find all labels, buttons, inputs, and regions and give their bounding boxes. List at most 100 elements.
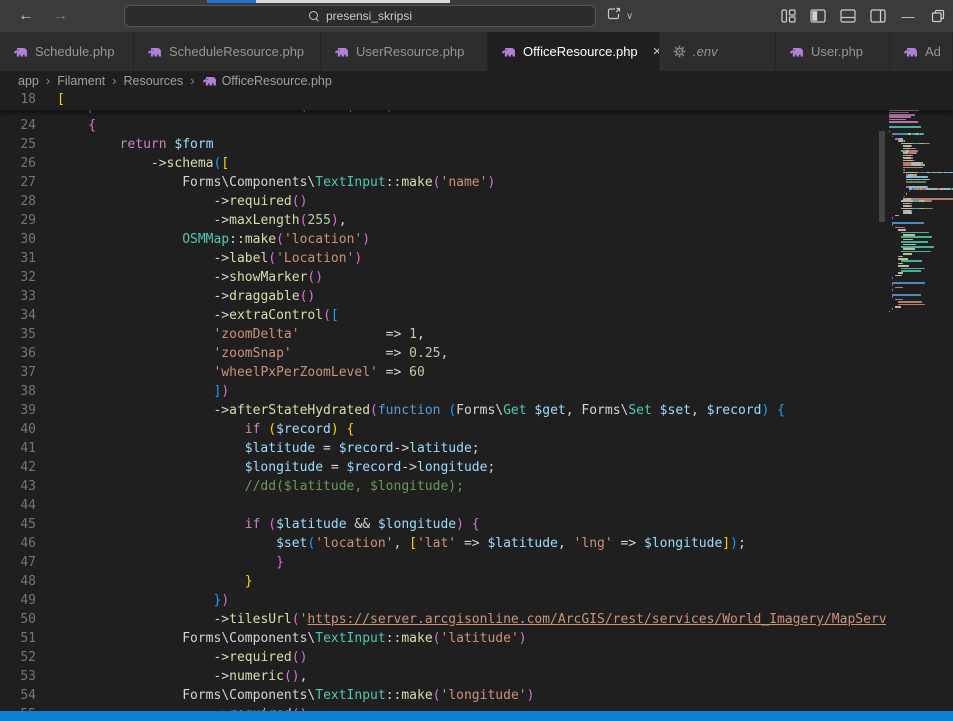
sticky-scroll-line[interactable]: 18[ bbox=[0, 90, 953, 110]
line-number[interactable]: 26 bbox=[0, 154, 36, 173]
minimap-line bbox=[904, 140, 905, 142]
code-line[interactable]: 34->extraControl([ bbox=[0, 306, 886, 325]
toggle-sidebar-icon[interactable] bbox=[803, 0, 833, 32]
code-line[interactable]: 25return $form bbox=[0, 135, 886, 154]
code-line[interactable]: 42$longitude = $record->longitude; bbox=[0, 458, 886, 477]
line-text: $longitude = $record->longitude; bbox=[36, 458, 495, 477]
minimap-line bbox=[898, 229, 907, 231]
line-number[interactable]: 33 bbox=[0, 287, 36, 306]
minimap[interactable] bbox=[886, 90, 953, 711]
code-line[interactable]: 35'zoomDelta' => 1, bbox=[0, 325, 886, 344]
code-line[interactable]: 52->required() bbox=[0, 648, 886, 667]
line-number[interactable]: 34 bbox=[0, 306, 36, 325]
code-line[interactable]: 38]) bbox=[0, 382, 886, 401]
minimap-line bbox=[905, 210, 911, 212]
toggle-panel-icon[interactable] bbox=[833, 0, 863, 32]
minimap-slider[interactable] bbox=[879, 131, 885, 222]
code-line[interactable]: 28->required() bbox=[0, 192, 886, 211]
code-line[interactable]: 43//dd($latitude, $longitude); bbox=[0, 477, 886, 496]
line-number[interactable]: 38 bbox=[0, 382, 36, 401]
tab-ad[interactable]: Ad bbox=[890, 32, 953, 71]
forward-arrow-icon[interactable]: → bbox=[52, 7, 68, 25]
status-bar[interactable] bbox=[0, 711, 953, 721]
line-number[interactable]: 47 bbox=[0, 553, 36, 572]
tab-close-icon[interactable]: × bbox=[653, 44, 660, 59]
line-number[interactable]: 36 bbox=[0, 344, 36, 363]
code-line[interactable]: 47} bbox=[0, 553, 886, 572]
breadcrumb-item-app[interactable]: app bbox=[18, 74, 39, 88]
line-number[interactable]: 29 bbox=[0, 211, 36, 230]
code-line[interactable]: 37'wheelPxPerZoomLevel' => 60 bbox=[0, 363, 886, 382]
line-number[interactable] bbox=[0, 110, 36, 116]
breadcrumb-file[interactable]: OfficeResource.php bbox=[202, 74, 332, 88]
line-number[interactable]: 41 bbox=[0, 439, 36, 458]
line-number[interactable]: 50 bbox=[0, 610, 36, 629]
code-line[interactable]: 45if ($latitude && $longitude) { bbox=[0, 515, 886, 534]
restore-window-button[interactable] bbox=[923, 0, 953, 32]
line-number[interactable]: 24 bbox=[0, 116, 36, 135]
line-number[interactable]: 43 bbox=[0, 477, 36, 496]
code-line[interactable]: 29->maxLength(255), bbox=[0, 211, 886, 230]
line-number[interactable]: 31 bbox=[0, 249, 36, 268]
line-number[interactable]: 53 bbox=[0, 667, 36, 686]
tab-officeresource-php[interactable]: OfficeResource.php × bbox=[488, 32, 660, 71]
breadcrumb-item-filament[interactable]: Filament bbox=[57, 74, 105, 88]
line-number[interactable]: 45 bbox=[0, 515, 36, 534]
line-number[interactable]: 35 bbox=[0, 325, 36, 344]
tab-label: OfficeResource.php bbox=[523, 44, 638, 59]
line-number[interactable]: 25 bbox=[0, 135, 36, 154]
line-number[interactable]: 46 bbox=[0, 534, 36, 553]
tab-user-php[interactable]: User.php bbox=[776, 32, 890, 71]
tab--env[interactable]: .env bbox=[660, 32, 776, 71]
line-number[interactable]: 30 bbox=[0, 230, 36, 249]
code-line[interactable]: 32->showMarker() bbox=[0, 268, 886, 287]
line-number[interactable]: 48 bbox=[0, 572, 36, 591]
line-number[interactable]: 18 bbox=[0, 90, 36, 110]
minimize-button[interactable]: — bbox=[893, 0, 923, 32]
customize-layout-icon[interactable] bbox=[773, 0, 803, 32]
code-line[interactable]: 39->afterStateHydrated(function (Forms\G… bbox=[0, 401, 886, 420]
line-number[interactable]: 27 bbox=[0, 173, 36, 192]
toggle-secondary-sidebar-icon[interactable] bbox=[863, 0, 893, 32]
line-number[interactable]: 52 bbox=[0, 648, 36, 667]
tab-userresource-php[interactable]: UserResource.php bbox=[321, 32, 488, 71]
code-line[interactable]: 31->label('Location') bbox=[0, 249, 886, 268]
line-number[interactable]: 32 bbox=[0, 268, 36, 287]
code-line[interactable]: 50->tilesUrl('https://server.arcgisonlin… bbox=[0, 610, 886, 629]
code-line[interactable]: 44 bbox=[0, 496, 886, 515]
code-line[interactable]: 54Forms\Components\TextInput::make('long… bbox=[0, 686, 886, 705]
code-line[interactable]: 48} bbox=[0, 572, 886, 591]
tab-schedule-php[interactable]: Schedule.php bbox=[0, 32, 134, 71]
code-line[interactable]: 36'zoomSnap' => 0.25, bbox=[0, 344, 886, 363]
code-line[interactable]: 41$latitude = $record->latitude; bbox=[0, 439, 886, 458]
code-line[interactable]: 26->schema([ bbox=[0, 154, 886, 173]
code-line[interactable]: 40if ($record) { bbox=[0, 420, 886, 439]
code-line[interactable]: public static function form(Form $form):… bbox=[0, 110, 953, 116]
command-center-search[interactable]: presensi_skripsi bbox=[124, 5, 596, 27]
line-number[interactable]: 49 bbox=[0, 591, 36, 610]
code-line[interactable]: 18[ bbox=[0, 90, 953, 110]
new-window-action-icon[interactable] bbox=[606, 6, 622, 27]
code-editor[interactable]: 18[ public static function form(Form $fo… bbox=[0, 90, 953, 711]
line-number[interactable]: 39 bbox=[0, 401, 36, 420]
code-line[interactable]: 51Forms\Components\TextInput::make('lati… bbox=[0, 629, 886, 648]
tab-bar: Schedule.phpScheduleResource.phpUserReso… bbox=[0, 32, 953, 71]
back-arrow-icon[interactable]: ← bbox=[18, 7, 34, 25]
line-number[interactable]: 54 bbox=[0, 686, 36, 705]
line-number[interactable]: 44 bbox=[0, 496, 36, 515]
line-number[interactable]: 51 bbox=[0, 629, 36, 648]
code-line[interactable]: 30OSMMap::make('location') bbox=[0, 230, 886, 249]
chevron-down-icon[interactable]: ∨ bbox=[626, 11, 633, 22]
code-line[interactable]: 53->numeric(), bbox=[0, 667, 886, 686]
breadcrumb-item-resources[interactable]: Resources bbox=[123, 74, 183, 88]
line-number[interactable]: 42 bbox=[0, 458, 36, 477]
code-line[interactable]: 33->draggable() bbox=[0, 287, 886, 306]
line-number[interactable]: 40 bbox=[0, 420, 36, 439]
line-number[interactable]: 37 bbox=[0, 363, 36, 382]
line-number[interactable]: 28 bbox=[0, 192, 36, 211]
code-line[interactable]: 27Forms\Components\TextInput::make('name… bbox=[0, 173, 886, 192]
tab-scheduleresource-php[interactable]: ScheduleResource.php bbox=[134, 32, 321, 71]
code-line[interactable]: 49}) bbox=[0, 591, 886, 610]
code-line[interactable]: 24{ bbox=[0, 116, 886, 135]
code-line[interactable]: 46$set('location', ['lat' => $latitude, … bbox=[0, 534, 886, 553]
